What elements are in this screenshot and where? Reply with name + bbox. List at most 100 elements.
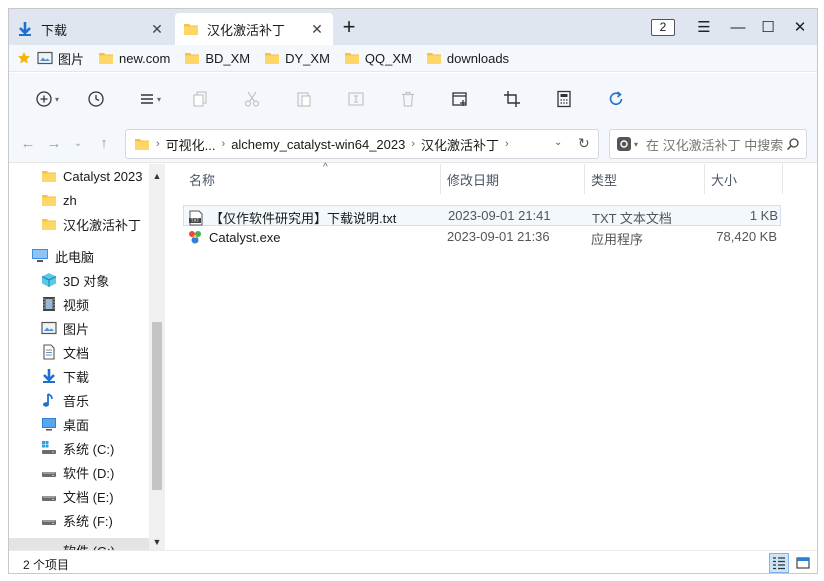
file-name: 【仅作软件研究用】下载说明.txt	[210, 211, 397, 226]
file-type: TXT 文本文档	[592, 211, 672, 226]
tab-hanhua[interactable]: 汉化激活补丁 ✕	[175, 13, 333, 45]
address-dropdown-icon[interactable]: ⌄	[554, 137, 562, 148]
sidebar-item-desktop[interactable]: 桌面	[9, 412, 149, 436]
rename-button[interactable]	[347, 87, 365, 111]
sync-button[interactable]	[607, 87, 625, 111]
system-drive-icon	[42, 441, 56, 454]
search-input[interactable]: 在 汉化激活补丁 中搜索	[646, 135, 786, 154]
bookmark-dy-xm[interactable]: DY_XM	[264, 50, 330, 66]
new-button[interactable]: ▾	[35, 87, 59, 111]
cut-button[interactable]	[243, 87, 261, 111]
address-bar[interactable]: › 可视化... › alchemy_catalyst-win64_2023 ›…	[125, 129, 599, 159]
sidebar-item-this-pc[interactable]: 此电脑	[9, 244, 149, 268]
sidebar-item-zh[interactable]: zh	[9, 188, 149, 212]
history-button[interactable]	[87, 87, 105, 111]
scrollbar-thumb[interactable]	[152, 322, 162, 490]
videos-icon	[43, 297, 55, 311]
sidebar-item-documents[interactable]: 文档	[9, 340, 149, 364]
sidebar-item-drive-c[interactable]: 系统 (C:)	[9, 436, 149, 460]
file-list: 名称 ^ 修改日期 类型 大小 TXT 【仅作软件研究用】下载说明.txt 20…	[165, 162, 817, 550]
crop-button[interactable]	[503, 87, 521, 111]
refresh-icon[interactable]: ↻	[578, 135, 590, 152]
view-menu-button[interactable]: ▾	[139, 87, 161, 111]
copy-button[interactable]	[191, 87, 209, 111]
search-box[interactable]: ▾ 在 汉化激活补丁 中搜索	[609, 129, 807, 159]
column-header-name[interactable]: 名称 ^	[183, 162, 441, 194]
bookmark-pictures[interactable]: 图片	[37, 49, 84, 68]
folder-icon	[185, 53, 200, 64]
scroll-down-icon[interactable]: ▼	[149, 534, 165, 550]
tab-close-icon[interactable]: ✕	[309, 21, 325, 38]
sidebar-scrollbar[interactable]: ▲ ▼	[149, 164, 165, 550]
bookmark-bd-xm[interactable]: BD_XM	[184, 50, 250, 66]
paste-button[interactable]	[295, 87, 313, 111]
breadcrumb-item[interactable]: 汉化激活补丁	[421, 135, 499, 154]
paste-icon	[297, 92, 311, 107]
close-icon[interactable]: ✕	[789, 17, 811, 39]
downloads-icon	[43, 369, 55, 383]
breadcrumb-separator-icon: ›	[156, 138, 160, 150]
menu-icon[interactable]: ☰	[693, 17, 715, 39]
rename-icon	[348, 92, 364, 106]
history-chevron-icon[interactable]: ⌄	[69, 135, 87, 153]
scroll-up-icon[interactable]: ▲	[149, 168, 165, 184]
tab-label: 汉化激活补丁	[207, 22, 286, 38]
bookmark-qq-xm[interactable]: QQ_XM	[344, 50, 412, 66]
bookmark-new-com[interactable]: new.com	[98, 50, 170, 66]
maximize-icon[interactable]: ☐	[757, 17, 779, 39]
tab-count-badge[interactable]: 2	[651, 19, 675, 36]
star-icon[interactable]	[17, 51, 31, 65]
sidebar-item-hanhua[interactable]: 汉化激活补丁	[9, 212, 149, 236]
forward-arrow-icon[interactable]: →	[45, 135, 63, 153]
file-date: 2023-09-01 21:41	[448, 208, 551, 223]
sidebar-item-downloads[interactable]: 下载	[9, 364, 149, 388]
file-size: 1 KB	[749, 208, 778, 223]
tab-close-icon[interactable]: ✕	[149, 21, 165, 38]
command-toolbar: ▾ ▾	[9, 73, 817, 125]
file-size: 78,420 KB	[716, 229, 777, 244]
folder-icon	[344, 53, 359, 64]
breadcrumb-item[interactable]: 可视化...	[166, 135, 216, 154]
chevron-down-icon: ▾	[55, 94, 60, 104]
breadcrumb-separator-icon: ›	[221, 138, 226, 150]
column-header-date[interactable]: 修改日期	[441, 164, 585, 194]
table-row[interactable]: Catalyst.exe 2023-09-01 21:36 应用程序 78,42…	[183, 227, 781, 248]
documents-icon	[43, 344, 55, 360]
tab-bar: 下载 ✕ 汉化激活补丁 ✕ + 2 ☰ — ☐ ✕	[9, 9, 817, 45]
sidebar-item-drive-f[interactable]: 系统 (F:)	[9, 508, 149, 532]
new-folder-button[interactable]	[451, 87, 469, 111]
sidebar-item-music[interactable]: 音乐	[9, 388, 149, 412]
sidebar-item-drive-d[interactable]: 软件 (D:)	[9, 460, 149, 484]
delete-button[interactable]	[399, 87, 417, 111]
table-row[interactable]: TXT 【仅作软件研究用】下载说明.txt 2023-09-01 21:41 T…	[183, 205, 781, 226]
new-window-icon	[452, 92, 467, 106]
up-arrow-icon[interactable]: ↑	[95, 135, 113, 153]
breadcrumb-separator-icon: ›	[505, 138, 509, 150]
trash-icon	[402, 91, 414, 107]
column-header-type[interactable]: 类型	[585, 164, 705, 194]
bookmark-downloads[interactable]: downloads	[426, 50, 509, 66]
sidebar-item-pictures[interactable]: 图片	[9, 316, 149, 340]
minimize-icon[interactable]: —	[727, 17, 749, 39]
sidebar-item-3d-objects[interactable]: 3D 对象	[9, 268, 149, 292]
details-view-button[interactable]	[769, 553, 789, 573]
sidebar-item-videos[interactable]: 视频	[9, 292, 149, 316]
tab-downloads[interactable]: 下载 ✕	[9, 13, 173, 45]
sidebar-item-drive-g[interactable]: 软件 (G:)	[9, 538, 149, 550]
drive-icon	[42, 520, 56, 525]
details-view-icon	[773, 557, 785, 570]
back-arrow-icon[interactable]: ←	[19, 135, 37, 153]
sidebar-item-catalyst-2023[interactable]: Catalyst 2023	[9, 164, 149, 188]
column-header-size[interactable]: 大小	[705, 164, 783, 194]
status-bar: 2 个项目	[9, 550, 817, 573]
sidebar-item-drive-e[interactable]: 文档 (E:)	[9, 484, 149, 508]
breadcrumb-item[interactable]: alchemy_catalyst-win64_2023	[231, 137, 405, 152]
desktop-icon	[42, 418, 56, 431]
drive-icon	[41, 542, 57, 550]
preview-view-button[interactable]	[793, 553, 813, 573]
new-tab-button[interactable]: +	[337, 16, 361, 40]
drive-icon	[42, 496, 56, 501]
calculator-button[interactable]	[555, 87, 573, 111]
search-icon[interactable]	[786, 137, 800, 151]
file-type: 应用程序	[591, 232, 644, 247]
